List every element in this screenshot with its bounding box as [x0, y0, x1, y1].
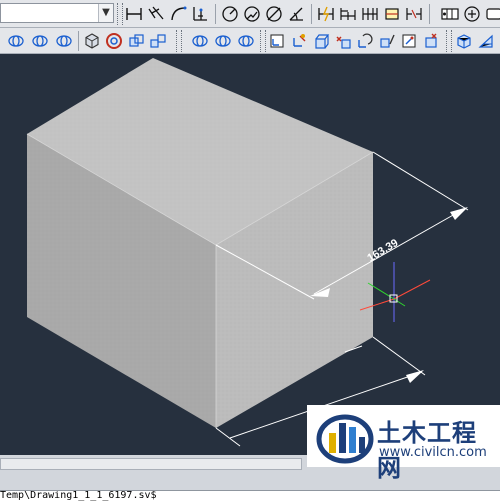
watermark-url: www.civilcn.com: [379, 445, 487, 460]
continuous-orbit-icon-2[interactable]: [236, 31, 256, 51]
ucs-zaxis-icon[interactable]: [377, 31, 397, 51]
command-history-text: Temp\Drawing1_1_1_6197.sv$: [0, 490, 157, 501]
ucs-object-icon[interactable]: [289, 31, 309, 51]
linear-dimension-icon[interactable]: [124, 4, 144, 24]
watermark: 土木工程网 www.civilcn.com: [307, 405, 500, 482]
wedge-icon[interactable]: [476, 31, 496, 51]
ucs-3point-icon[interactable]: [399, 31, 419, 51]
watermark-logo: [316, 414, 374, 464]
ucs-icon[interactable]: [267, 31, 287, 51]
toolbar-grip[interactable]: [260, 30, 266, 52]
steering-wheel-icon[interactable]: [104, 31, 124, 51]
radius-dimension-icon[interactable]: [220, 4, 240, 24]
pan-3d-icon[interactable]: [126, 31, 146, 51]
toolbar-separator: [429, 4, 430, 24]
dimension-toolbar: ▼: [0, 0, 500, 28]
toolbar-grip[interactable]: [446, 30, 452, 52]
toolbar-separator: [78, 31, 79, 51]
view-cube-icon[interactable]: [82, 31, 102, 51]
tolerance-icon[interactable]: [440, 4, 460, 24]
ucs-x-icon[interactable]: [421, 31, 441, 51]
drawing-canvas[interactable]: 163.39: [0, 55, 500, 455]
toolbar-separator: [311, 4, 312, 24]
continuous-orbit-icon[interactable]: [54, 31, 74, 51]
quick-dimension-icon[interactable]: [316, 4, 336, 24]
dimension-style-combo[interactable]: ▼: [0, 3, 114, 23]
toolbar-grip[interactable]: [176, 30, 182, 52]
orbit-icon[interactable]: [6, 31, 26, 51]
arc-length-dimension-icon[interactable]: [168, 4, 188, 24]
ordinate-dimension-icon[interactable]: [190, 4, 210, 24]
command-history: Temp\Drawing1_1_1_6197.sv$: [0, 490, 500, 503]
ucs-view-icon[interactable]: [333, 31, 353, 51]
angular-dimension-icon[interactable]: [286, 4, 306, 24]
ucs-origin-icon[interactable]: [355, 31, 375, 51]
center-mark-icon[interactable]: [462, 4, 482, 24]
horizontal-scrollbar[interactable]: [0, 458, 302, 470]
baseline-dimension-icon[interactable]: [338, 4, 358, 24]
toolbar-separator: [215, 4, 216, 24]
dimension-break-icon[interactable]: [404, 4, 424, 24]
free-orbit-icon[interactable]: [30, 31, 50, 51]
ucs-face-icon[interactable]: [311, 31, 331, 51]
free-orbit-icon-2[interactable]: [213, 31, 233, 51]
inspect-icon[interactable]: [484, 4, 500, 24]
toolbar-grip[interactable]: [117, 3, 123, 25]
orbit-icon-2[interactable]: [190, 31, 210, 51]
modeling-toolbar: [0, 28, 500, 54]
diameter-dimension-icon[interactable]: [264, 4, 284, 24]
aligned-dimension-icon[interactable]: [146, 4, 166, 24]
zoom-3d-icon[interactable]: [148, 31, 168, 51]
continue-dimension-icon[interactable]: [360, 4, 380, 24]
jogged-dimension-icon[interactable]: [242, 4, 262, 24]
dimension-space-icon[interactable]: [382, 4, 402, 24]
box-icon[interactable]: [454, 31, 474, 51]
model-space: 163.39: [26, 58, 469, 447]
chevron-down-icon[interactable]: ▼: [98, 4, 113, 22]
